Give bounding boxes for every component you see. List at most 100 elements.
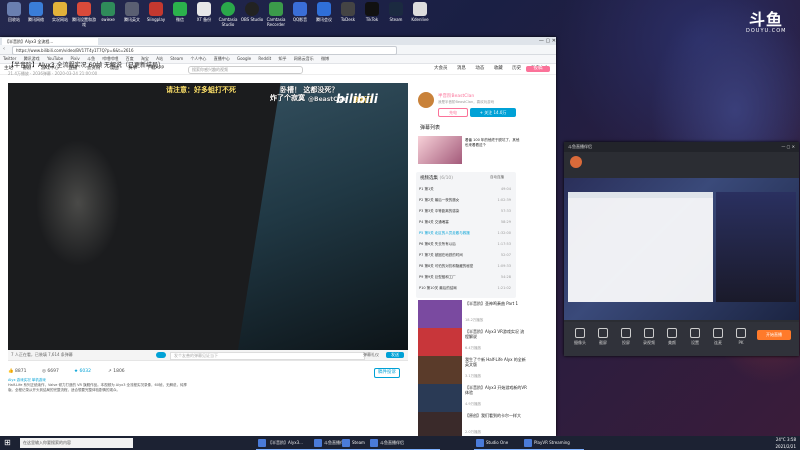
tool-label: 录视频 [643, 340, 655, 345]
desktop-icon[interactable]: XT 备份 [192, 2, 216, 22]
playlist-item-duration: 58:29 [500, 220, 511, 224]
bookmark[interactable]: Google [237, 56, 251, 61]
window-controls[interactable]: — ▢ ✕ [480, 37, 556, 45]
nav-right-item[interactable]: 大会员 [434, 66, 448, 71]
taskbar-app[interactable]: 【半音阶】Alyx3... [256, 437, 320, 450]
streaming-tool[interactable]: 投屏 [616, 328, 636, 346]
danmaku-etiquette-link[interactable]: 弹幕礼仪 [363, 350, 379, 360]
video-player[interactable]: 请注意：好多蛆打不死 卧槽！ 这都没死？ 炸了个寂寞 刷新了 @BeastCla… [8, 83, 408, 350]
playlist-item[interactable]: P9 第9关 巨型蛆和工厂 54:28 [419, 272, 513, 282]
bookmark[interactable]: 个人中心 [190, 56, 206, 61]
desktop-icon[interactable]: swiexe [96, 2, 120, 22]
windows-start-icon[interactable]: ⊞ [4, 439, 12, 447]
bookmark[interactable]: 网易云音乐 [294, 56, 314, 61]
playlist-item[interactable]: P4 第4关 交通堵塞 58:29 [419, 217, 513, 227]
taskbar-app[interactable]: 斗鱼直播伴侣 [368, 437, 440, 450]
url-input[interactable]: https://www.bilibili.com/video/BV17T4y1T… [12, 46, 397, 55]
bookmark[interactable]: Reddit [258, 56, 271, 61]
window-controls[interactable]: — ▢ ✕ [781, 142, 795, 152]
streaming-tool[interactable]: 连麦 [708, 328, 728, 346]
taskbar-app[interactable]: PlayVR Streaming [522, 437, 584, 450]
danmaku-toggle[interactable] [156, 352, 166, 358]
nav-right-item[interactable]: 历史 [512, 66, 521, 71]
clock-date[interactable]: 2021/2/21 [775, 444, 796, 449]
playlist-item[interactable]: P8 第8关 可怕的对抗和隐藏的秘密 1:09:33 [419, 261, 513, 271]
site-search-input[interactable]: 搜索你感兴趣的视频 [188, 66, 303, 74]
streaming-tool[interactable]: 录视频 [639, 328, 659, 346]
playlist-item[interactable]: P1 第1关 49:04 [419, 184, 513, 194]
desktop-icon[interactable]: 腾讯设置和游戏 [72, 2, 96, 27]
playlist-item-label: P4 第4关 交通堵塞 [419, 220, 449, 224]
streaming-tool[interactable]: PK [731, 328, 751, 345]
send-danmaku-button[interactable]: 发送 [386, 352, 404, 358]
playlist-item-duration: 54:28 [500, 275, 511, 279]
playlist-item[interactable]: P5 第5关 北区的人员走散与救援 1:32:00 [419, 228, 513, 238]
recommended-video[interactable]: 我生了个新 Half-Life Alyx 的全新英文版 3.1万播放 [418, 356, 528, 386]
autoplay-toggle[interactable]: 自动连播 [490, 175, 504, 180]
streaming-tool[interactable]: 设置 [685, 328, 705, 346]
danmaku-input[interactable]: 发个友善的弹幕见证当下 [170, 352, 365, 360]
tool-label: 连麦 [714, 340, 722, 345]
playlist-item[interactable]: P7 第7关 被困在地铁的时间 52:07 [419, 250, 513, 260]
follow-button[interactable]: + 关注 14.0万 [470, 108, 516, 117]
tool-icon [736, 328, 746, 338]
nav-right-item[interactable]: 消息 [457, 66, 466, 71]
recommended-meta: 18.2万播放 [465, 318, 484, 322]
taskbar-search-input[interactable]: 在这里输入你要搜索的内容 [20, 438, 133, 448]
desktop-icon[interactable]: Kdenlive [408, 2, 432, 22]
tool-label: 截屏 [599, 340, 607, 345]
recommended-video[interactable]: 【半音阶】Alyx3 VR游戏实况 流程解说 6.4万播放 [418, 328, 528, 358]
start-live-button[interactable]: 开始直播 [757, 330, 791, 340]
streaming-toolbar: 摄像头 截屏 投屏 录视频 美颜 设置 连麦 PK 开始直播 [564, 322, 799, 356]
streaming-tool[interactable]: 美颜 [662, 328, 682, 346]
uploader-name[interactable]: 半音阶BeastClan [438, 93, 474, 99]
tool-icon [667, 328, 677, 338]
recommended-video[interactable]: 【半音阶】Alyx3 开始游戏新的VR体验 4.9万播放 [418, 384, 528, 414]
share-button[interactable]: ↗ 1806 [108, 366, 125, 378]
bookmark[interactable]: 微博 [321, 56, 329, 61]
bookmark[interactable]: Steam [170, 56, 183, 61]
danmaku-list-header[interactable]: 弹幕列表 [420, 124, 440, 131]
desktop-icon[interactable]: 微信 [168, 2, 192, 22]
playlist-item[interactable]: P6 第6关 失去所有以后 1:17:53 [419, 239, 513, 249]
nav-right-item[interactable]: 动态 [475, 66, 484, 71]
desktop-icon[interactable]: 腾讯会议 [312, 2, 336, 22]
desktop-icon[interactable]: Camtasia Recorder [264, 2, 288, 27]
bookmark[interactable]: 知乎 [279, 56, 287, 61]
coin-button[interactable]: ◎ 6697 [42, 366, 59, 378]
desktop-icon[interactable]: 腾讯英文 [120, 2, 144, 22]
favorite-button[interactable]: ★ 6032 [74, 366, 91, 378]
streaming-tool[interactable]: 截屏 [593, 328, 613, 346]
desktop-icon[interactable]: ToDesk [336, 2, 360, 22]
ad-text[interactable]: 看番 100 年的他终于脱坑了，其他也来看看这个 [465, 138, 521, 148]
desktop-icon[interactable]: Slingplay [144, 2, 168, 22]
ad-thumbnail[interactable] [418, 136, 462, 164]
clock-time[interactable]: 3:58 [787, 437, 796, 442]
browser-tab-active[interactable]: 【半音阶】Alyx3 全流程... [2, 38, 98, 45]
desktop-icon[interactable]: Camtasia Studio [216, 2, 240, 27]
desktop-icon[interactable]: TikTok [360, 2, 384, 22]
streamer-avatar[interactable] [570, 156, 582, 168]
report-button[interactable]: 稿件投诉 [374, 368, 400, 378]
upload-button[interactable]: 投稿 [526, 66, 550, 72]
desktop-icon[interactable]: Steam [384, 2, 408, 22]
tool-icon [644, 328, 654, 338]
recommended-video[interactable]: 【半音阶】圣神鸣奏曲 Part 1 18.2万播放 [418, 300, 528, 330]
desktop-icon[interactable]: 腾讯网络 [24, 2, 48, 22]
like-button[interactable]: 👍 8871 [8, 366, 27, 378]
playlist-item[interactable]: P10 第10关 最后的结局 1:21:02 [419, 283, 513, 293]
streaming-tool[interactable]: 摄像头 [570, 328, 590, 346]
desktop-icon[interactable]: QQ影音 [288, 2, 312, 22]
back-icon[interactable]: ‹ [3, 45, 5, 54]
desktop-icon[interactable]: 实况网站 [48, 2, 72, 22]
charge-button[interactable]: 充电 [438, 108, 468, 117]
recommended-title: 我生了个新 Half-Life Alyx 的全新英文版 [465, 357, 526, 367]
playlist-item[interactable]: P2 第2关 最后一夜的魔女 1:02:39 [419, 195, 513, 205]
bookmark[interactable]: 直播中心 [214, 56, 230, 61]
nav-right-item[interactable]: 收藏 [494, 66, 503, 71]
desktop-icon[interactable]: OBS Studio [240, 2, 264, 22]
uploader-avatar[interactable] [418, 92, 434, 108]
recommended-thumbnail [418, 356, 462, 384]
playlist-item[interactable]: P3 第3关 中等距离的感染 57:33 [419, 206, 513, 216]
desktop-icon[interactable]: 回收站 [2, 2, 26, 22]
